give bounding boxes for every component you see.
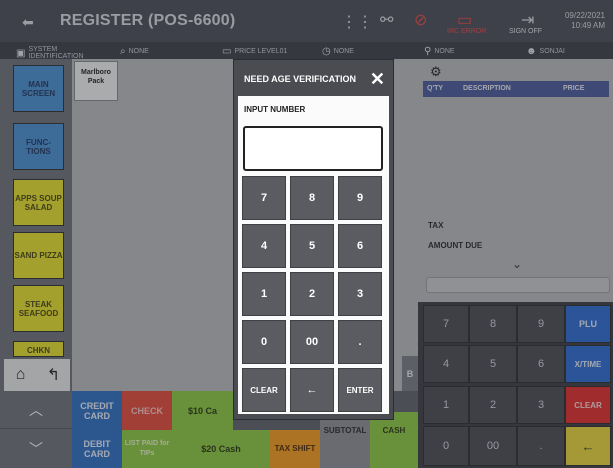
home-icon[interactable]: ⌂ [4,359,37,391]
key-8[interactable]: 8 [469,305,517,343]
partial-hidden-button[interactable]: B [402,356,418,391]
chevron-down-icon[interactable]: ⌄ [512,257,522,271]
location-pin-icon: ⚲ [424,46,432,57]
no-signal-icon[interactable]: ⊘ [414,10,427,30]
tax-label: TAX [428,221,444,230]
modal-key-1[interactable]: 1 [242,272,286,316]
x-time-button[interactable]: X/TIME [565,345,611,383]
status-bar [426,277,610,293]
cash-button[interactable]: CASH [370,412,418,468]
scroll-arrows: ︿ ﹀ [0,391,72,468]
dialog-title: NEED AGE VERIFICATION [244,74,357,84]
location-none[interactable]: ⚲ NONE [424,46,455,57]
list-paid-tips-button[interactable]: LIST PAID for TIPs [122,430,172,468]
debit-card-button[interactable]: DEBIT CARD [72,430,122,468]
sign-off-icon[interactable]: ⇥ [521,10,534,30]
age-verification-dialog: NEED AGE VERIFICATION ✕ INPUT NUMBER 7 8… [233,59,394,420]
modal-key-7[interactable]: 7 [242,176,286,220]
item-marlboro-pack[interactable]: Marlboro Pack [74,61,118,101]
date-text: 09/22/2021 [564,11,605,20]
modal-enter-button[interactable]: ENTER [338,368,382,412]
system-identification[interactable]: ▣ SYSTEM IDENTIFICATION [16,46,84,60]
receipt-header: Q'TY DESCRIPTION PRICE [423,81,609,97]
key-decimal[interactable]: . [517,426,565,466]
datetime: 09/22/2021 10:49 AM [565,11,605,31]
dialog-body: INPUT NUMBER 7 8 9 4 5 6 1 2 3 0 00 . CL… [238,96,389,414]
modal-key-5[interactable]: 5 [290,224,334,268]
key-9[interactable]: 9 [517,305,565,343]
category-chkn[interactable]: CHKN [13,341,64,357]
key-0[interactable]: 0 [423,426,469,466]
category-functions[interactable]: FUNC-TIONS [13,123,64,170]
number-input-field[interactable] [243,126,383,171]
key-7[interactable]: 7 [423,305,469,343]
top-bar: ⬅ REGISTER (POS-6600) ⋮⋮ ⚯ ⊘ ▭ IRC ERROR… [0,0,613,42]
modal-backspace-button[interactable]: ← [290,368,334,412]
key-6[interactable]: 6 [517,345,565,383]
category-column: MAIN SCREEN FUNC-TIONS APPS SOUP SALAD S… [0,59,72,391]
check-button[interactable]: CHECK [122,391,172,430]
id-card-icon: ▣ [16,47,26,59]
key-5[interactable]: 5 [469,345,517,383]
nav-buttons: ⌂ ↰ [4,359,70,391]
register-title: REGISTER (POS-6600) [60,12,236,29]
key-00[interactable]: 00 [469,426,517,466]
credit-card-button[interactable]: CREDIT CARD [72,391,122,430]
input-number-label: INPUT NUMBER [244,105,306,114]
time-text: 10:49 AM [571,21,605,30]
cash-icon: ▭ [222,46,232,57]
modal-key-8[interactable]: 8 [290,176,334,220]
price-level[interactable]: ▭ PRICE LEVEL01 [222,46,287,57]
receipt-panel: ⚙ Q'TY DESCRIPTION PRICE TAX AMOUNT DUE … [418,59,613,302]
irc-error-label[interactable]: IRC ERROR [447,28,486,35]
category-steak-seafood[interactable]: STEAK SEAFOOD [13,285,64,332]
modal-key-2[interactable]: 2 [290,272,334,316]
twenty-cash-button[interactable]: $20 Cash [172,430,270,468]
gear-icon[interactable]: ⚙ [430,64,442,80]
scroll-down-icon[interactable]: ﹀ [0,430,72,468]
key-2[interactable]: 2 [469,386,517,424]
modal-key-9[interactable]: 9 [338,176,382,220]
back-icon[interactable]: ↰ [37,359,70,391]
subtotal-button[interactable]: SUBTOTAL [320,412,370,468]
search-none[interactable]: ⌕ NONE [120,46,149,57]
user-info[interactable]: ☻ SONJAI [526,46,565,57]
back-arrow-icon[interactable]: ⬅ [22,14,34,31]
grid-icon[interactable]: ⋮⋮ [341,12,373,32]
category-apps-soup-salad[interactable]: APPS SOUP SALAD [13,179,64,226]
tax-shift-button[interactable]: TAX SHIFT [270,430,320,468]
modal-key-00[interactable]: 00 [290,320,334,364]
scroll-up-icon[interactable]: ︿ [0,391,72,429]
clock-none[interactable]: ◷ NONE [322,46,354,57]
key-1[interactable]: 1 [423,386,469,424]
category-main-screen[interactable]: MAIN SCREEN [13,65,64,112]
clock-icon: ◷ [322,46,331,57]
key-3[interactable]: 3 [517,386,565,424]
ten-cash-button[interactable]: $10 Ca [172,391,233,430]
plu-button[interactable]: PLU [565,305,611,343]
modal-key-decimal[interactable]: . [338,320,382,364]
backspace-button[interactable]: ← [565,426,611,466]
modal-key-0[interactable]: 0 [242,320,286,364]
modal-key-4[interactable]: 4 [242,224,286,268]
category-sand-pizza[interactable]: SAND PIZZA [13,232,64,279]
clear-button[interactable]: CLEAR [565,386,611,424]
modal-key-6[interactable]: 6 [338,224,382,268]
search-icon: ⌕ [120,46,126,57]
modal-key-3[interactable]: 3 [338,272,382,316]
monitor-error-icon[interactable]: ▭ [457,10,472,30]
sign-off-label[interactable]: SIGN OFF [509,28,542,35]
network-icon[interactable]: ⚯ [380,10,393,30]
right-keypad: 7 8 9 PLU 4 5 6 X/TIME 1 2 3 CLEAR 0 00 … [418,302,613,468]
user-icon: ☻ [526,46,537,57]
modal-clear-button[interactable]: CLEAR [242,368,286,412]
amount-due-label: AMOUNT DUE [428,241,483,250]
key-4[interactable]: 4 [423,345,469,383]
info-bar: ▣ SYSTEM IDENTIFICATION ⌕ NONE ▭ PRICE L… [0,42,613,60]
close-icon[interactable]: ✕ [370,69,385,90]
